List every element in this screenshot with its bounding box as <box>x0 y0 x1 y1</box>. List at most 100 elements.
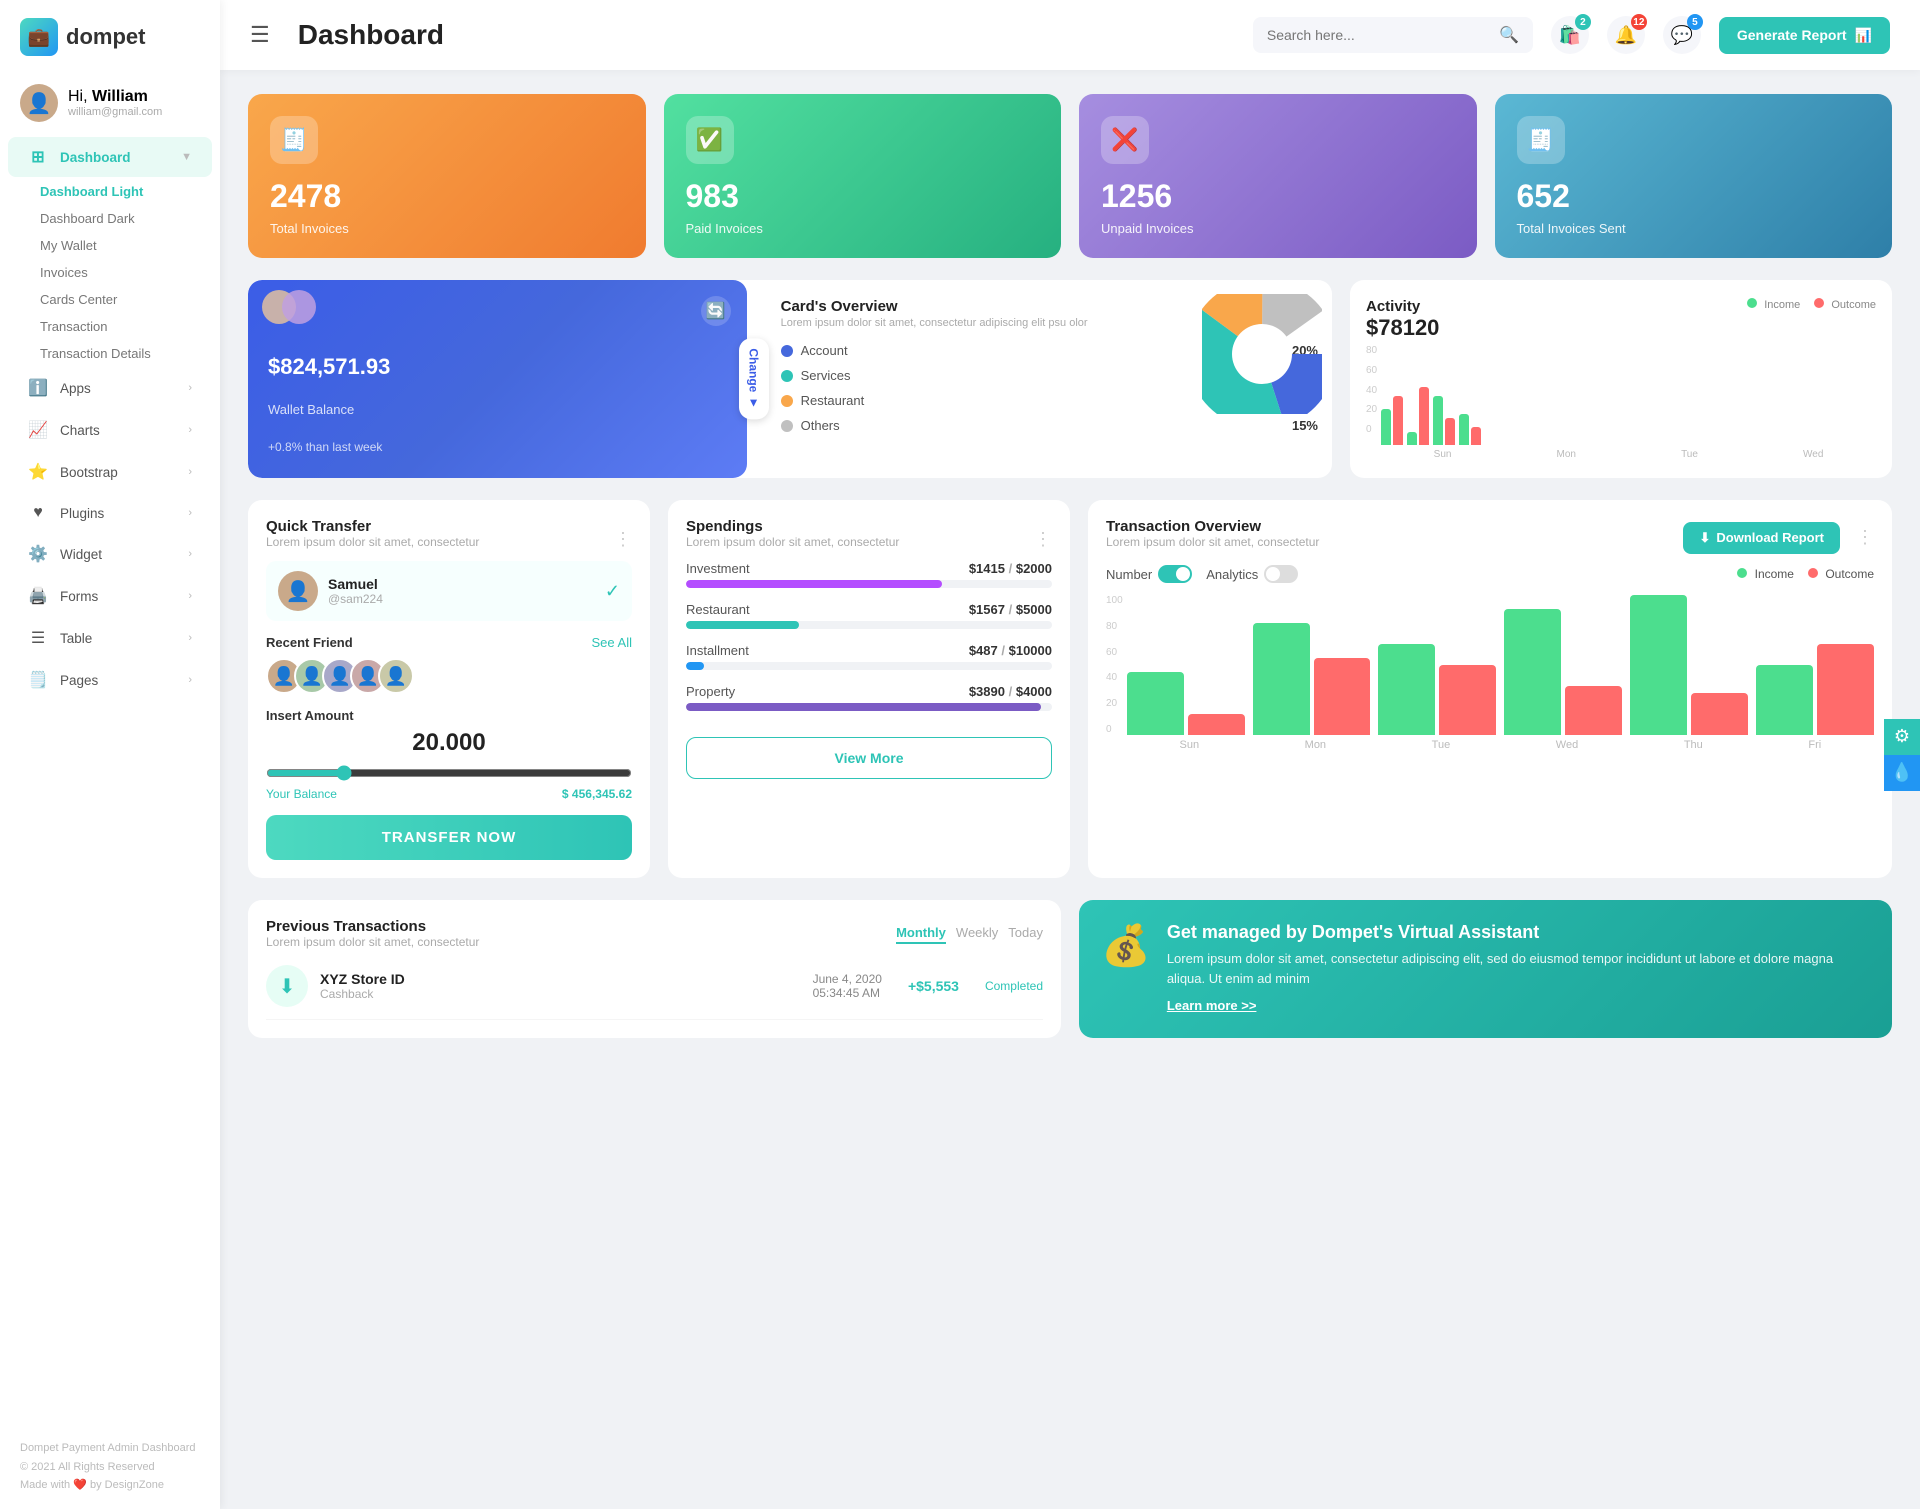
more-options-icon[interactable]: ⋮ <box>1034 529 1052 550</box>
friend-avatar-5: 👤 <box>378 658 414 694</box>
tab-today[interactable]: Today <box>1008 923 1043 944</box>
income-bar <box>1127 672 1184 735</box>
outcome-bar <box>1691 693 1748 735</box>
header: ☰ Dashboard 🔍 🛍️ 2 🔔 12 💬 5 Generate Rep… <box>220 0 1920 70</box>
sidebar-item-charts[interactable]: 📈 Charts › <box>8 410 212 450</box>
sidebar-item-table[interactable]: ☰ Table › <box>8 618 212 658</box>
change-button[interactable]: Change ▼ <box>739 338 769 419</box>
spending-property-header: Property $3890 / $4000 <box>686 684 1052 699</box>
bell-notification-btn[interactable]: 🔔 12 <box>1607 16 1645 54</box>
total-sent-icon-box: 🧾 <box>1517 116 1565 164</box>
unpaid-invoices-icon-box: ❌ <box>1101 116 1149 164</box>
submenu-item-invoices[interactable]: Invoices <box>20 259 220 286</box>
message-notification-btn[interactable]: 💬 5 <box>1663 16 1701 54</box>
tx-chart: 020406080100 <box>1106 595 1874 751</box>
spending-restaurant: Restaurant $1567 / $5000 <box>686 602 1052 629</box>
download-report-button[interactable]: ⬇ Download Report <box>1683 522 1840 554</box>
income-bar <box>1630 595 1687 735</box>
hamburger-icon[interactable]: ☰ <box>250 22 270 48</box>
submenu-item-transaction[interactable]: Transaction <box>20 313 220 340</box>
sidebar-item-bootstrap[interactable]: ⭐ Bootstrap › <box>8 452 212 492</box>
download-icon: ⬇ <box>1699 530 1710 546</box>
prev-tx-header: Previous Transactions Lorem ipsum dolor … <box>266 918 1043 949</box>
submenu-item-transaction-details[interactable]: Transaction Details <box>20 340 220 367</box>
quick-transfer-subtitle: Lorem ipsum dolor sit amet, consectetur <box>266 535 479 549</box>
sidebar-item-label: Dashboard <box>60 150 131 165</box>
number-toggle[interactable] <box>1158 565 1192 583</box>
footer-brand: Dompet Payment Admin Dashboard <box>20 1439 200 1458</box>
contact-avatar: 👤 <box>278 571 318 611</box>
spending-bar-bg <box>686 662 1052 670</box>
sidebar-item-forms[interactable]: 🖨️ Forms › <box>8 576 212 616</box>
outcome-bar <box>1314 658 1371 735</box>
tx-toolbar: Number Analytics Inc <box>1106 565 1874 583</box>
sidebar-item-pages[interactable]: 🗒️ Pages › <box>8 660 212 700</box>
stat-card-paid-invoices: ✅ 983 Paid Invoices <box>664 94 1062 258</box>
x-labels-big: SunMonTueWedThuFri <box>1127 739 1874 751</box>
activity-title: Activity <box>1366 298 1439 315</box>
total-invoices-icon-box: 🧾 <box>270 116 318 164</box>
mid-section: 🔄 $824,571.93 Wallet Balance +0.8% than … <box>248 280 1892 478</box>
spending-bar-bg <box>686 621 1052 629</box>
user-profile: 👤 Hi, William william@gmail.com <box>0 74 220 136</box>
sidebar-item-widget[interactable]: ⚙️ Widget › <box>8 534 212 574</box>
va-banner: 💰 Get managed by Dompet's Virtual Assist… <box>1079 900 1892 1038</box>
outcome-legend: Outcome <box>1814 298 1876 311</box>
sidebar: 💼 dompet 👤 Hi, William william@gmail.com… <box>0 0 220 1509</box>
view-more-button[interactable]: View More <box>686 737 1052 779</box>
search-box: 🔍 <box>1253 17 1533 53</box>
spending-investment: Investment $1415 / $2000 <box>686 561 1052 588</box>
activity-amount: $78120 <box>1366 315 1439 341</box>
tab-weekly[interactable]: Weekly <box>956 923 998 944</box>
sidebar-item-label: Charts <box>60 423 100 438</box>
refresh-button[interactable]: 🔄 <box>701 296 731 326</box>
spendings-title: Spendings <box>686 518 899 535</box>
analytics-toggle[interactable] <box>1264 565 1298 583</box>
total-sent-label: Total Invoices Sent <box>1517 221 1871 236</box>
submenu-item-dashboard-dark[interactable]: Dashboard Dark <box>20 205 220 232</box>
sidebar-item-plugins[interactable]: ♥ Plugins › <box>8 494 212 532</box>
income-bar <box>1407 432 1417 445</box>
contact-info: Samuel @sam224 <box>328 576 383 606</box>
spending-installment: Installment $487 / $10000 <box>686 643 1052 670</box>
water-sticky-button[interactable]: 💧 <box>1884 755 1920 791</box>
outcome-bar <box>1419 387 1429 445</box>
amount-slider[interactable] <box>266 765 632 781</box>
search-input[interactable] <box>1267 27 1491 43</box>
tx-actions: ⬇ Download Report ⋮ <box>1683 522 1874 554</box>
see-all-link[interactable]: See All <box>592 635 632 650</box>
transfer-now-button[interactable]: TRANSFER NOW <box>266 815 632 860</box>
generate-report-button[interactable]: Generate Report 📊 <box>1719 17 1890 54</box>
chevron-right-icon: › <box>188 507 192 519</box>
submenu-item-my-wallet[interactable]: My Wallet <box>20 232 220 259</box>
sidebar-item-dashboard[interactable]: ⊞ Dashboard ▼ <box>8 137 212 177</box>
tab-monthly[interactable]: Monthly <box>896 923 946 944</box>
generate-report-label: Generate Report <box>1737 27 1847 43</box>
income-legend-dot <box>1737 568 1747 578</box>
chevron-right-icon: › <box>188 424 192 436</box>
income-bar <box>1433 396 1443 445</box>
chevron-right-icon: › <box>188 590 192 602</box>
more-options-icon[interactable]: ⋮ <box>614 529 632 550</box>
sidebar-item-apps[interactable]: ℹ️ Apps › <box>8 368 212 408</box>
more-options-icon[interactable]: ⋮ <box>1856 527 1874 548</box>
shopping-notification-btn[interactable]: 🛍️ 2 <box>1551 16 1589 54</box>
activity-bars: SunMonTueWed <box>1381 345 1876 460</box>
sidebar-item-label: Pages <box>60 673 98 688</box>
va-text: Lorem ipsum dolor sit amet, consectetur … <box>1167 949 1870 988</box>
total-invoices-number: 2478 <box>270 178 624 215</box>
account-dot <box>781 345 793 357</box>
submenu-item-dashboard-light[interactable]: Dashboard Light <box>20 178 220 205</box>
settings-sticky-button[interactable]: ⚙ <box>1884 719 1920 755</box>
paid-invoices-label: Paid Invoices <box>686 221 1040 236</box>
contact-handle: @sam224 <box>328 592 383 606</box>
spending-restaurant-header: Restaurant $1567 / $5000 <box>686 602 1052 617</box>
income-bar <box>1381 409 1391 445</box>
va-learn-more-link[interactable]: Learn more >> <box>1167 998 1870 1013</box>
spending-investment-header: Investment $1415 / $2000 <box>686 561 1052 576</box>
submenu-item-cards-center[interactable]: Cards Center <box>20 286 220 313</box>
prev-tx-tabs: Monthly Weekly Today <box>896 923 1043 944</box>
bar-sun <box>1381 396 1403 445</box>
spendings-panel: Spendings Lorem ipsum dolor sit amet, co… <box>668 500 1070 878</box>
va-content: Get managed by Dompet's Virtual Assistan… <box>1167 922 1870 1013</box>
